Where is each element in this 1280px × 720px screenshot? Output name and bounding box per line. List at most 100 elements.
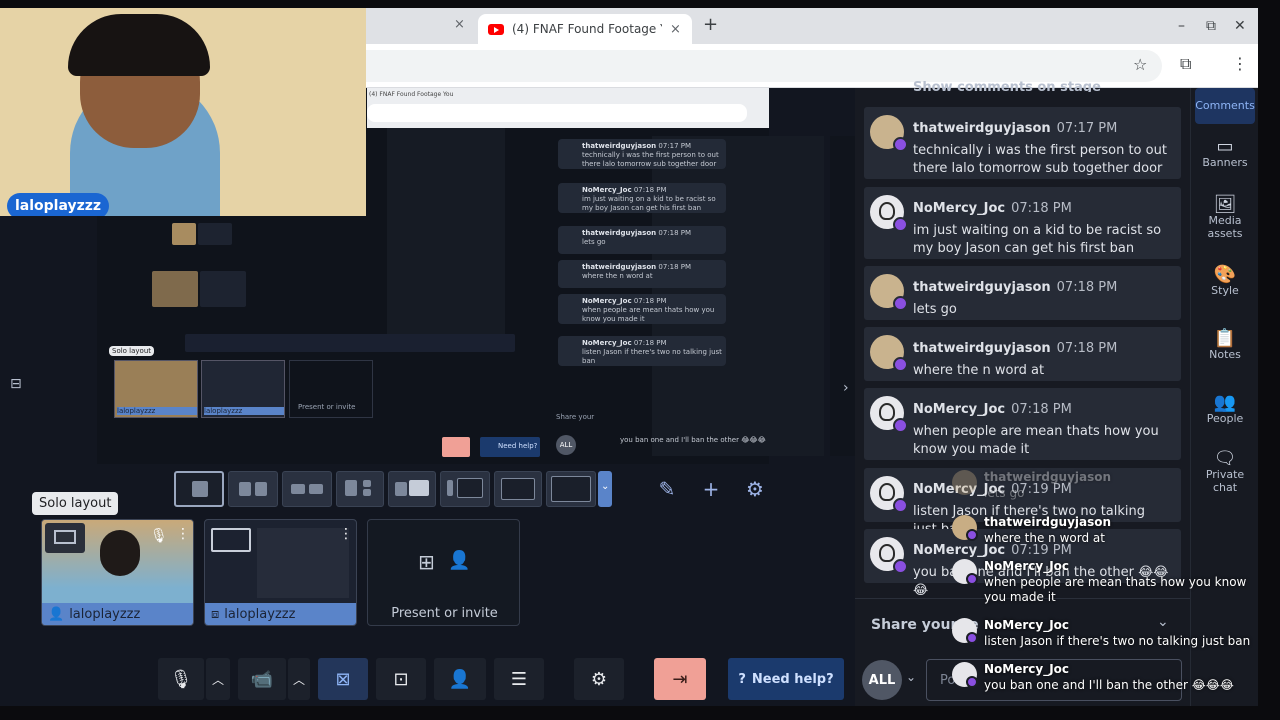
close-tab-icon[interactable]: × — [670, 22, 681, 37]
plus-icon: + — [702, 477, 720, 501]
microphone-button[interactable]: 🎙 — [158, 658, 204, 700]
nested-solo-layout-tooltip: Solo layout — [109, 346, 155, 356]
rail-comments[interactable]: Comments — [1195, 88, 1255, 124]
avatar — [870, 195, 908, 232]
tile-label: 👤 laloplayzzz — [42, 603, 193, 625]
camera-options-button[interactable]: ︿ — [288, 658, 310, 700]
gear-icon: ⚙ — [590, 668, 608, 690]
camera-button[interactable]: 📹 — [238, 658, 286, 700]
need-help-button[interactable]: ? Need help? — [728, 658, 844, 700]
overlay-text: you ban one and I'll ban the other 😂😂😂 — [984, 678, 1234, 692]
person-figure — [100, 530, 140, 576]
close-tab-icon[interactable]: × — [454, 17, 465, 32]
rail-people[interactable]: 👥 People — [1195, 392, 1255, 426]
bookmark-star-icon[interactable]: ☆ — [1133, 55, 1147, 74]
rail-media-assets[interactable]: 🖼 Media assets — [1195, 196, 1255, 241]
participant-tile-camera[interactable]: 🎙 ⋮ 👤 laloplayzzz — [41, 519, 194, 626]
layout-fullscreen-button[interactable] — [546, 471, 596, 507]
overlay-text: when people are mean thats how you know … — [984, 575, 1247, 604]
tile-name: laloplayzzz — [69, 606, 141, 622]
comment-time: 07:18 PM — [1011, 402, 1072, 417]
add-layout-button[interactable]: + — [692, 471, 730, 507]
minimize-button[interactable]: – — [1178, 18, 1185, 34]
gear-icon: ⚙ — [746, 477, 764, 501]
mic-icon: 🎙 — [150, 528, 168, 544]
extensions-icon[interactable]: ⧉ — [1180, 54, 1191, 74]
hair-headphones — [68, 14, 210, 76]
chevron-down-icon[interactable]: ⌄ — [1157, 614, 1169, 630]
destination-all-button[interactable]: ALL — [862, 660, 902, 700]
mic-options-button[interactable]: ︿ — [206, 658, 230, 700]
rail-label: Style — [1211, 284, 1239, 297]
people-icon: 👥 — [1213, 392, 1237, 413]
rail-label: Comments — [1195, 99, 1255, 112]
comment-card[interactable]: thatweirdguyjason 07:18 PM lets go — [864, 266, 1181, 320]
nested-tile-2-label: laloplayzzz — [204, 407, 284, 415]
person-icon: 👤 — [48, 606, 65, 622]
nested-layout-bar — [185, 334, 515, 352]
overlay-text: listen Jason if there's two no talking j… — [984, 634, 1251, 648]
layout-pip-button[interactable] — [440, 471, 490, 507]
share-screen-button[interactable]: ⊡ — [376, 658, 426, 700]
user-placeholder-icon — [879, 544, 895, 562]
browser-tab-youtube[interactable]: (4) FNAF Found Footage You I × — [478, 14, 692, 44]
right-rail: Comments ▭ Banners 🖼 Media assets 🎨 Style 📋… — [1190, 88, 1258, 706]
layout-solo-button[interactable] — [174, 471, 224, 507]
comment-card[interactable]: thatweirdguyjason 07:18 PM where the n wo… — [864, 327, 1181, 381]
twitch-badge-icon — [893, 137, 908, 152]
comment-card[interactable]: thatweirdguyjason 07:17 PM technically i … — [864, 107, 1181, 179]
layout-two-button[interactable] — [228, 471, 278, 507]
layout-settings-button[interactable]: ⚙ — [736, 471, 774, 507]
rail-private-chat[interactable]: 🗨 Private chat — [1195, 450, 1255, 495]
rail-style[interactable]: 🎨 Style — [1195, 264, 1255, 298]
rail-label: People — [1206, 412, 1244, 425]
nested-tile-2: laloplayzzz — [201, 360, 285, 418]
settings-button[interactable]: ⚙ — [574, 658, 624, 700]
twitch-badge-icon — [966, 529, 978, 541]
nested-inner-chat — [387, 128, 505, 338]
invite-button[interactable]: 👤 — [434, 658, 486, 700]
browser-toolbar: ☆ ⧉ ⋮ — [366, 44, 1258, 88]
banner-button[interactable]: ☰ — [494, 658, 544, 700]
comment-text: where the n word at — [913, 363, 1045, 378]
rail-notes[interactable]: 📋 Notes — [1195, 330, 1255, 362]
address-bar[interactable] — [366, 50, 1162, 82]
close-window-button[interactable]: ✕ — [1234, 18, 1246, 34]
twitch-badge-icon — [966, 632, 978, 644]
twitch-badge-icon — [966, 573, 978, 585]
comment-card[interactable]: NoMercy_Joc 07:18 PM im just waiting on a… — [864, 187, 1181, 259]
avatar — [870, 115, 908, 152]
layout-panel-icon[interactable]: ⊟ — [10, 376, 22, 392]
maximize-button[interactable]: ⧉ — [1206, 18, 1216, 34]
chevron-up-icon: ︿ — [292, 672, 305, 687]
comment-card[interactable]: NoMercy_Joc 07:18 PM when people are mean… — [864, 388, 1181, 460]
more-options-icon[interactable]: ⋮ — [176, 526, 190, 542]
layout-more-dropdown[interactable]: ⌄ — [598, 471, 612, 507]
layout-side-button[interactable] — [388, 471, 436, 507]
present-screen-toggle[interactable]: ⊠ — [318, 658, 368, 700]
participant-tile-screen[interactable]: ⋮ ⧈ laloplayzzz — [204, 519, 357, 626]
collapse-panel-icon[interactable]: › — [843, 380, 849, 396]
layout-group-button[interactable] — [336, 471, 384, 507]
screen-thumbnail — [257, 528, 349, 598]
more-options-icon[interactable]: ⋮ — [339, 526, 353, 542]
present-or-invite-tile[interactable]: ⊞ 👤 Present or invite — [367, 519, 520, 626]
camera-icon: 📹 — [250, 668, 274, 690]
menu-icon[interactable]: ⋮ — [1232, 54, 1248, 73]
layout-cinema-button[interactable] — [494, 471, 542, 507]
edit-layout-button[interactable]: ✎ — [648, 471, 686, 507]
chevron-up-icon: ︿ — [211, 672, 224, 687]
nested-msg: thatweirdguyjason 07:18 PM where the n wo… — [558, 260, 726, 288]
rail-label: Private chat — [1205, 468, 1245, 494]
new-tab-button[interactable]: + — [703, 14, 718, 35]
chevron-down-icon[interactable]: ⌄ — [906, 670, 916, 684]
style-icon: 🎨 — [1213, 264, 1237, 285]
nested-address-bar — [367, 104, 747, 122]
nested-help: Need help? — [480, 437, 540, 457]
layout-two-small-button[interactable] — [282, 471, 332, 507]
user-placeholder-icon — [879, 483, 895, 501]
leave-studio-button[interactable]: ⇥ — [654, 658, 706, 700]
user-placeholder-icon — [879, 403, 895, 421]
rail-banners[interactable]: ▭ Banners — [1195, 138, 1255, 170]
screen: × (4) FNAF Found Footage You I × + – ⧉ ✕… — [0, 0, 1280, 720]
